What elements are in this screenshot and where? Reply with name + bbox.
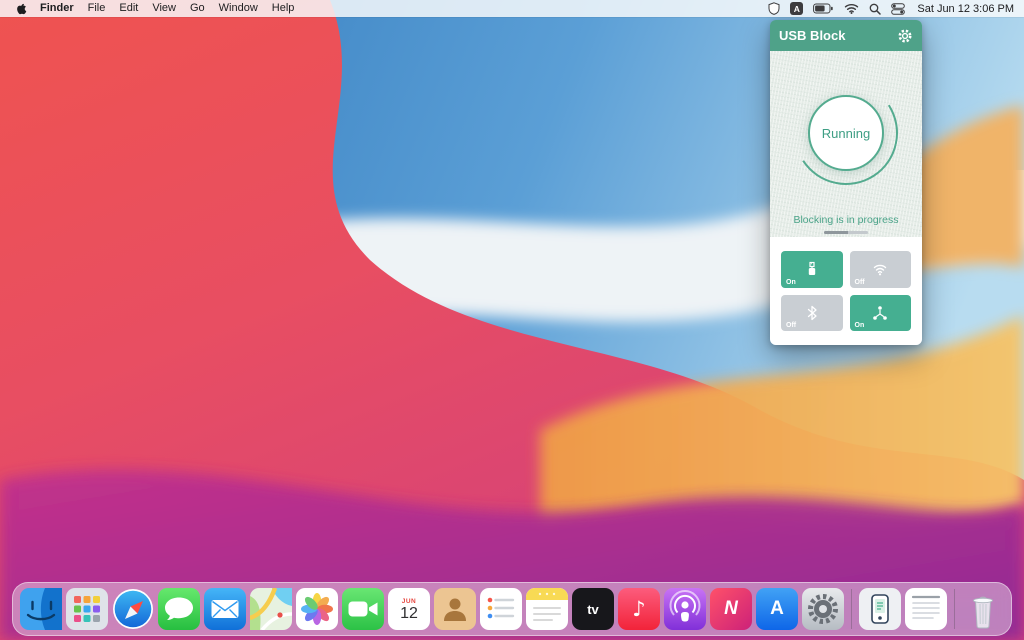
dock-textedit-icon[interactable] xyxy=(905,588,947,630)
dock-contacts-icon[interactable] xyxy=(434,588,476,630)
menu-app-name[interactable]: Finder xyxy=(33,0,81,17)
dock-music-icon[interactable]: ♪ xyxy=(618,588,660,630)
menu-bar-clock[interactable]: Sat Jun 12 3:06 PM xyxy=(915,3,1014,15)
news-letter: N xyxy=(724,598,738,620)
desktop: Finder File Edit View Go Window Help A S… xyxy=(0,0,1024,640)
status-message: Blocking is in progress xyxy=(770,214,922,226)
app-store-letter: A xyxy=(770,598,784,620)
calendar-month-label: JUN xyxy=(402,598,417,605)
usb-blocking-toggle[interactable]: On xyxy=(781,251,843,288)
dock-launchpad-icon[interactable] xyxy=(66,588,108,630)
wifi-icon[interactable] xyxy=(844,3,859,14)
window-title-bar[interactable]: USB Block xyxy=(770,20,922,51)
dock-facetime-icon[interactable] xyxy=(342,588,384,630)
dock-photos-icon[interactable] xyxy=(296,588,338,630)
blocking-toggles-panel: On Off Off On xyxy=(770,237,922,345)
network-blocking-toggle[interactable]: On xyxy=(850,295,912,332)
dock-finder-icon[interactable] xyxy=(20,588,62,630)
menu-bar: Finder File Edit View Go Window Help A S… xyxy=(0,0,1024,17)
settings-gear-icon[interactable] xyxy=(897,28,913,44)
dock-news-icon[interactable]: N xyxy=(710,588,752,630)
dock-app-store-icon[interactable]: A xyxy=(756,588,798,630)
dock-mail-icon[interactable] xyxy=(204,588,246,630)
menu-edit[interactable]: Edit xyxy=(112,0,145,17)
toggle-state: On xyxy=(786,279,796,286)
calendar-day-label: 12 xyxy=(400,606,418,622)
music-note-glyph: ♪ xyxy=(632,597,645,621)
bluetooth-icon xyxy=(804,305,820,321)
dock-trash-icon[interactable] xyxy=(962,588,1004,630)
menu-bar-status-area: A Sat Jun 12 3:06 PM xyxy=(768,2,1014,15)
window-title: USB Block xyxy=(779,28,845,43)
dock-system-preferences-icon[interactable] xyxy=(802,588,844,630)
toggle-state: On xyxy=(855,322,865,329)
network-icon xyxy=(872,305,888,321)
running-button[interactable]: Running xyxy=(808,95,884,171)
dock-notes-icon[interactable] xyxy=(526,588,568,630)
toggle-state: Off xyxy=(855,279,865,286)
dock-reminders-icon[interactable] xyxy=(480,588,522,630)
apple-menu[interactable] xyxy=(10,2,33,15)
wifi-icon xyxy=(872,261,888,277)
dock-maps-icon[interactable] xyxy=(250,588,292,630)
menu-window[interactable]: Window xyxy=(212,0,265,17)
usb-block-window: USB Block Running Blocking is in progres… xyxy=(770,20,922,345)
dock-podcasts-icon[interactable] xyxy=(664,588,706,630)
wifi-blocking-toggle[interactable]: Off xyxy=(850,251,912,288)
battery-icon[interactable] xyxy=(813,3,834,14)
input-source-icon[interactable]: A xyxy=(790,2,803,15)
mini-progress-bar xyxy=(824,231,868,234)
dock: JUN 12 tv ♪ N A xyxy=(12,582,1012,636)
mini-progress-fill xyxy=(824,231,848,234)
dock-messages-icon[interactable] xyxy=(158,588,200,630)
tv-label: tv xyxy=(587,602,599,617)
shield-icon[interactable] xyxy=(768,2,780,15)
apple-logo-icon xyxy=(16,2,27,15)
menu-view[interactable]: View xyxy=(145,0,183,17)
dock-separator xyxy=(851,589,852,629)
dock-calendar-icon[interactable]: JUN 12 xyxy=(388,588,430,630)
control-center-icon[interactable] xyxy=(891,3,905,15)
dock-separator xyxy=(954,589,955,629)
dock-safari-icon[interactable] xyxy=(112,588,154,630)
bluetooth-blocking-toggle[interactable]: Off xyxy=(781,295,843,332)
menu-file[interactable]: File xyxy=(81,0,113,17)
menu-help[interactable]: Help xyxy=(265,0,302,17)
toggle-state: Off xyxy=(786,322,796,329)
dock-tv-icon[interactable]: tv xyxy=(572,588,614,630)
spotlight-search-icon[interactable] xyxy=(869,3,881,15)
menu-go[interactable]: Go xyxy=(183,0,212,17)
dock-usb-block-app-icon[interactable] xyxy=(859,588,901,630)
usb-icon xyxy=(804,261,820,277)
usb-block-status-area: Running Blocking is in progress xyxy=(770,51,922,237)
